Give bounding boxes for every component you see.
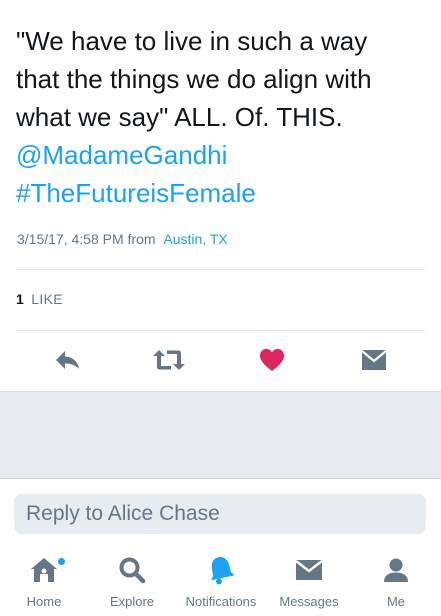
tweet-text: "We have to live in such a way that the … (16, 22, 426, 212)
mention-link[interactable]: @MadameGandhi (16, 136, 426, 174)
retweet-button[interactable] (152, 344, 186, 376)
tab-label: Explore (109, 594, 155, 609)
divider (16, 269, 425, 270)
search-icon (117, 550, 147, 590)
tweet-timestamp: 3/15/17, 4:58 PM from (17, 231, 156, 247)
tab-label: Messages (279, 594, 339, 609)
like-stats[interactable]: 1 LIKE (16, 291, 63, 307)
tab-label: Notifications (185, 594, 257, 609)
heart-icon (259, 348, 285, 372)
like-button[interactable] (255, 344, 289, 376)
reply-icon (54, 349, 82, 371)
reply-field[interactable]: Reply to Alice Chase (14, 494, 426, 534)
tab-label: Home (26, 594, 62, 609)
tab-me[interactable]: Me (378, 550, 414, 616)
divider (16, 330, 425, 331)
conversation-gap (0, 391, 441, 478)
divider (0, 478, 441, 479)
location-link[interactable]: Austin, TX (163, 231, 227, 247)
tweet-actions (0, 344, 441, 376)
bell-icon (206, 550, 236, 590)
envelope-icon (361, 349, 387, 371)
tab-messages[interactable]: Messages (273, 550, 345, 616)
like-count: 1 (16, 291, 25, 307)
home-icon (29, 550, 65, 590)
tab-label: Me (386, 594, 406, 609)
tab-notifications[interactable]: Notifications (175, 550, 267, 616)
envelope-icon (294, 550, 324, 590)
notification-dot (58, 558, 65, 565)
like-label: LIKE (31, 291, 63, 307)
tab-home[interactable]: Home (22, 550, 66, 616)
tab-bar: Home Explore Notifications Messages Me (0, 550, 441, 616)
hashtag-link[interactable]: #TheFutureisFemale (16, 174, 426, 212)
tweet-line: what we say" ALL. Of. THIS. (16, 102, 343, 132)
person-icon (381, 550, 411, 590)
tweet-meta: 3/15/17, 4:58 PM from Austin, TX (17, 231, 228, 247)
direct-message-button[interactable] (357, 344, 391, 376)
reply-button[interactable] (51, 344, 85, 376)
tweet-line: "We have to live in such a way (16, 26, 368, 56)
reply-placeholder: Reply to Alice Chase (26, 502, 220, 525)
tab-explore[interactable]: Explore (104, 550, 160, 616)
tweet-line: that the things we do align with (16, 64, 372, 94)
retweet-icon (152, 348, 186, 372)
